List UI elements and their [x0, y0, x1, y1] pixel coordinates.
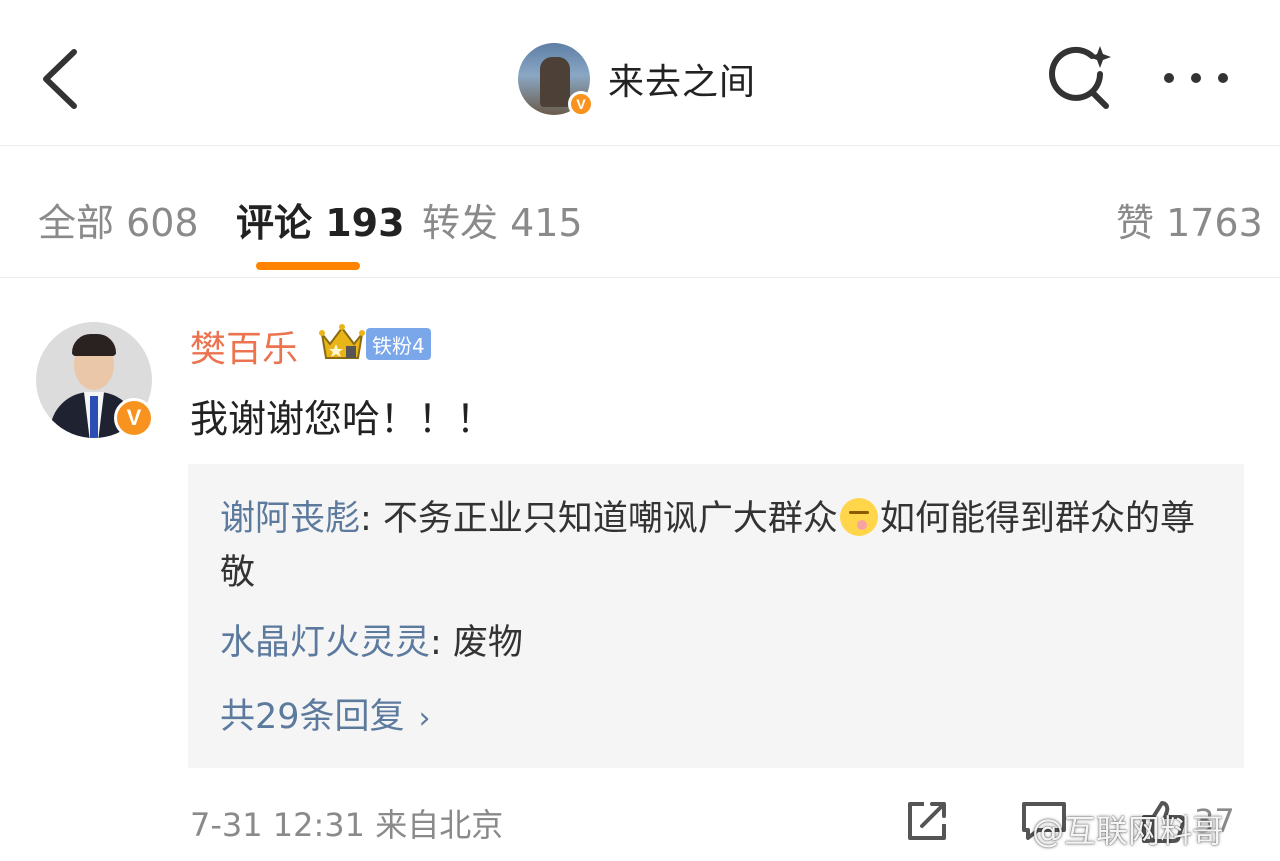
reply-text: : 废物	[430, 623, 523, 663]
crown-level-icon	[318, 322, 366, 362]
commenter-username[interactable]: 樊百乐	[190, 320, 298, 372]
comment-text: 我谢谢您哈！！！	[190, 397, 495, 441]
header-user[interactable]: V 来去之间	[518, 42, 757, 117]
fan-badge: 铁粉4	[366, 328, 431, 360]
reply-username[interactable]: 水晶灯火灵灵	[220, 623, 430, 663]
commenter-avatar[interactable]: V	[36, 322, 154, 440]
back-button[interactable]	[36, 44, 84, 114]
tab-bar: 全部 608 评论 193 转发 415 赞 1763	[0, 146, 1280, 278]
share-button[interactable]	[904, 798, 950, 844]
header-avatar[interactable]: V	[518, 43, 594, 117]
more-options-button[interactable]	[1160, 60, 1232, 96]
tab-all[interactable]: 全部 608	[38, 192, 199, 247]
tab-comments[interactable]: 评论 193	[236, 192, 405, 247]
tab-likes[interactable]: 赞 1763	[1116, 192, 1263, 247]
back-chevron-icon	[43, 49, 77, 109]
search-button[interactable]	[1046, 44, 1114, 112]
chevron-right-icon: ›	[418, 701, 431, 736]
more-replies-label: 共29条回复	[220, 697, 405, 737]
comment-timestamp: 7-31 12:31 来自北京	[190, 806, 504, 844]
top-bar: V 来去之间	[0, 0, 1280, 146]
view-all-replies-link[interactable]: 共29条回复 ›	[220, 688, 431, 739]
reply-item[interactable]: 谢阿丧彪: 不务正业只知道嘲讽广大群众 如何能得到群众的尊敬	[220, 492, 1200, 600]
active-tab-indicator	[256, 262, 360, 270]
verified-badge: V	[114, 398, 154, 438]
verified-badge: V	[568, 91, 594, 117]
watermark: @互联网料哥	[1032, 812, 1225, 850]
reply-username[interactable]: 谢阿丧彪	[220, 499, 360, 539]
reply-text: : 不务正业只知道嘲讽广大群众	[360, 499, 838, 539]
reply-item[interactable]: 水晶灯火灵灵: 废物	[220, 616, 1200, 670]
tab-reposts[interactable]: 转发 415	[422, 192, 583, 247]
more-dots-icon	[1164, 73, 1174, 83]
shush-emoji-icon	[839, 498, 878, 536]
search-sparkle-icon	[1049, 46, 1111, 109]
page-title: 来去之间	[608, 62, 757, 103]
replies-box[interactable]: 谢阿丧彪: 不务正业只知道嘲讽广大群众 如何能得到群众的尊敬 水晶灯火灵灵: 废物…	[188, 464, 1244, 768]
share-icon	[908, 802, 946, 840]
